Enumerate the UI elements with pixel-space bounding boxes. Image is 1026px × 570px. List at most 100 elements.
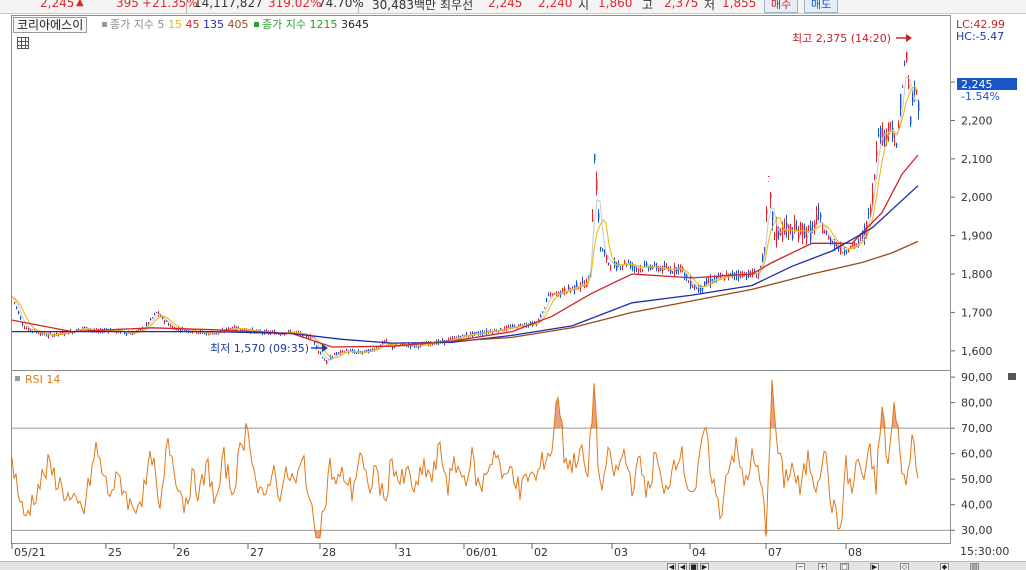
candle-body [602, 249, 604, 252]
candle-body [14, 302, 16, 304]
candle-body [24, 327, 26, 330]
price-y-tick-label: 1,800 [961, 268, 993, 281]
candle-body [138, 329, 140, 331]
x-tick-label: 28 [322, 546, 336, 559]
candle-body [714, 278, 716, 280]
price-y-tick-label: 2,000 [961, 191, 993, 204]
candle-body [166, 320, 168, 322]
candle-body [860, 237, 862, 239]
candle-body [730, 273, 732, 275]
nav-prev-icon[interactable]: ◀ [678, 563, 687, 570]
candle-body [896, 144, 898, 146]
candle-body [644, 264, 646, 266]
candle-body [792, 234, 794, 239]
candle-body [846, 251, 848, 253]
price-panel [12, 51, 920, 365]
candle-body [766, 209, 768, 214]
candle-body [16, 306, 18, 308]
candle-body [874, 174, 876, 179]
candle-body [758, 273, 760, 275]
candle-body [794, 223, 796, 230]
current-price-pct: -1.54% [961, 90, 1000, 103]
high-annotation: 최고 2,375 (14:20) [792, 32, 891, 45]
rsi-panel-menu-icon[interactable] [1008, 373, 1016, 380]
candle-body [22, 323, 24, 325]
candle-body [762, 255, 764, 261]
candle-body [904, 63, 906, 65]
candle-body [828, 236, 830, 240]
candle-body [288, 330, 290, 332]
candle-body [392, 346, 394, 348]
nav-next-icon[interactable]: ▶ [700, 563, 709, 570]
candle-body [610, 266, 612, 268]
zoom-in-icon[interactable]: + [818, 563, 827, 570]
candle-body [692, 286, 694, 288]
zoom-reset-icon[interactable]: □ [840, 563, 849, 570]
candle-body [208, 333, 210, 335]
high-arrow-icon [896, 34, 912, 42]
ma45-line [12, 154, 919, 348]
candle-body [624, 261, 626, 264]
candle-body [916, 92, 918, 94]
candle-body [38, 333, 40, 335]
candle-body [808, 226, 810, 228]
candle-body [770, 193, 772, 199]
rsi-y-tick-label: 50,00 [961, 473, 993, 486]
candle-body [622, 265, 624, 267]
candle-body [170, 325, 172, 327]
candle-body [620, 267, 622, 269]
bottom-scrollbar[interactable]: ◀ ◀ ■ ▶ − + □ ▶ ◇ ◆ ▤ [0, 561, 1026, 570]
candle-body [688, 282, 690, 284]
candle-body [694, 285, 696, 288]
candle-body [658, 268, 660, 271]
candle-body [594, 153, 596, 161]
candle-body [632, 266, 634, 268]
rsi-panel [12, 379, 950, 539]
candle-body [26, 328, 28, 330]
candle-body [836, 245, 838, 247]
candle-body [908, 84, 910, 89]
candle-body [152, 317, 154, 319]
candle-body [542, 311, 544, 313]
zoom-out-icon[interactable]: − [796, 563, 805, 570]
candle-body [812, 225, 814, 227]
candle-body [912, 97, 914, 102]
x-tick-label: 26 [176, 546, 190, 559]
candle-body [906, 51, 908, 61]
nav-first-icon[interactable]: ◀ [667, 563, 676, 570]
candle-body [888, 123, 890, 132]
candle-body [804, 228, 806, 238]
x-tick-label: 05/21 [14, 546, 46, 559]
candle-body [636, 268, 638, 270]
candle-body [572, 286, 574, 288]
chart-setting-icon[interactable]: ◇ [900, 563, 909, 570]
price-y-tick-label: 2,100 [961, 153, 993, 166]
price-y-tick-label: 1,900 [961, 230, 993, 243]
candle-body [322, 357, 324, 359]
hc-value: HC:-5.47 [956, 30, 1004, 43]
candle-body [278, 333, 280, 335]
candle-body [902, 86, 904, 88]
candle-body [84, 327, 86, 329]
candle-body [702, 288, 704, 290]
rsi-y-tick-label: 70,00 [961, 422, 993, 435]
x-tick-label: 25 [108, 546, 122, 559]
rsi-oversold-fill [12, 530, 918, 538]
candle-body [868, 213, 870, 215]
candle-body [708, 281, 710, 283]
candle-body [760, 265, 762, 267]
scroll-right-icon[interactable]: ▶ [870, 563, 879, 570]
candle-body [798, 233, 800, 239]
candle-body [198, 332, 200, 334]
candle-body [822, 230, 824, 234]
candle-body [20, 316, 22, 319]
chart-export-icon[interactable]: ▤ [970, 563, 979, 570]
chart-print-icon[interactable]: ◆ [940, 563, 949, 570]
candle-body [600, 247, 602, 249]
candle-body [318, 351, 320, 353]
candle-body [370, 349, 372, 351]
x-tick-label: 07 [768, 546, 782, 559]
nav-stop-icon[interactable]: ■ [689, 563, 698, 570]
candle-body [30, 329, 32, 331]
candle-body [806, 234, 808, 239]
